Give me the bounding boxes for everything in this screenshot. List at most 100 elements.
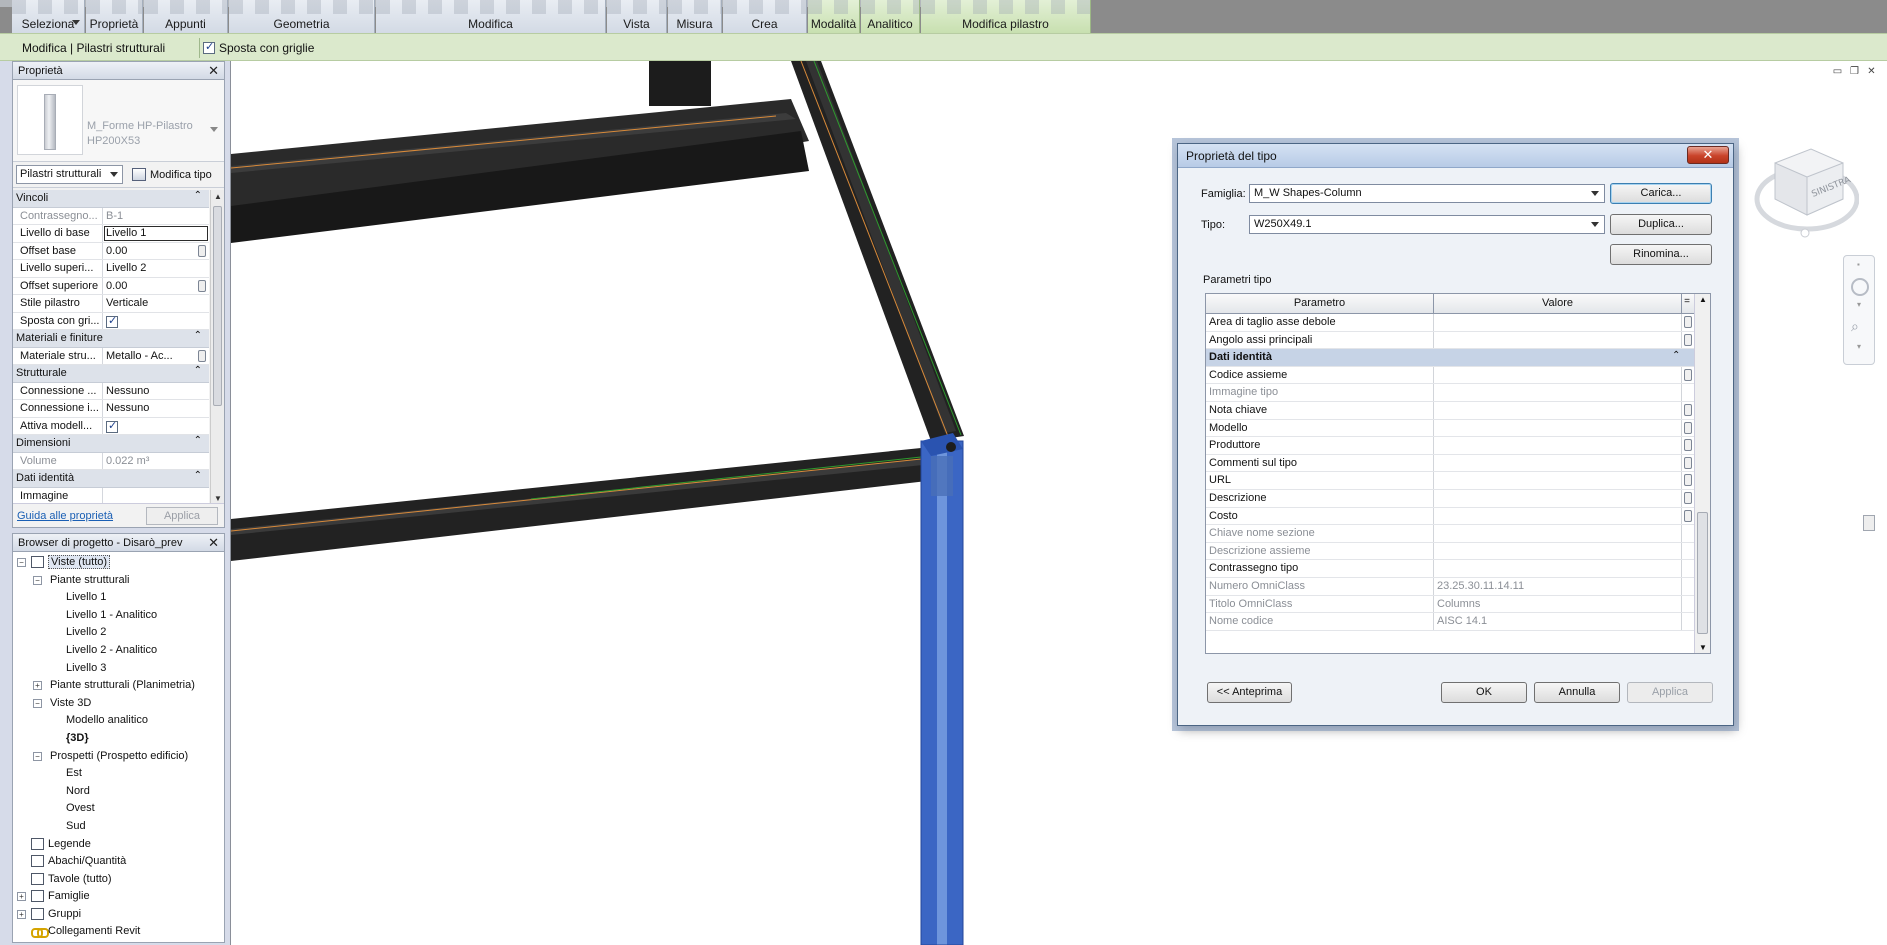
associate-parameter-button[interactable] [1684, 491, 1692, 504]
browser-node[interactable]: Livello 2 [13, 624, 224, 642]
value-button[interactable] [198, 349, 206, 362]
property-category[interactable]: Materiali e finiture ⌃ [13, 330, 209, 348]
chevron-down-icon[interactable] [210, 127, 218, 132]
browser-node[interactable]: Ovest [13, 800, 224, 818]
apply-button[interactable]: Applica [1627, 682, 1713, 703]
ribbon-panel-appunti[interactable]: Appunti [144, 0, 228, 33]
parameter-value[interactable] [1434, 331, 1682, 349]
move-with-grids-checkbox[interactable] [203, 40, 215, 54]
restore-icon[interactable]: ❐ [1849, 67, 1860, 77]
property-value[interactable]: Livello 2 [103, 260, 209, 277]
property-value[interactable]: Livello 1 [103, 225, 209, 242]
ribbon-panel-geometria[interactable]: Geometria [229, 0, 375, 33]
browser-node[interactable]: {3D} [13, 730, 224, 748]
ribbon-panel-modalita[interactable]: Modalità [808, 0, 860, 33]
scrollbar-thumb[interactable] [1697, 512, 1708, 634]
browser-node[interactable]: Livello 3 [13, 660, 224, 678]
collapse-icon[interactable]: ⌃ [194, 470, 202, 481]
parameter-group-row[interactable]: Dati identità ⌃ [1206, 349, 1694, 367]
close-icon[interactable]: ✕ [208, 63, 219, 79]
zoom-icon[interactable]: ⌕ [1851, 318, 1869, 336]
chevron-down-icon[interactable] [72, 20, 80, 25]
collapse-icon[interactable]: ⌃ [194, 190, 202, 201]
property-category[interactable]: Strutturale ⌃ [13, 365, 209, 383]
close-icon[interactable]: ✕ [1866, 67, 1877, 77]
parameter-value[interactable] [1434, 314, 1682, 331]
ribbon-panel-crea[interactable]: Crea [723, 0, 807, 33]
browser-node[interactable]: Tavole (tutto) [13, 871, 224, 889]
browser-node[interactable]: Livello 2 - Analitico [13, 642, 224, 660]
associate-parameter-button[interactable] [1684, 368, 1692, 381]
browser-node[interactable]: − Viste (tutto) [13, 554, 224, 572]
collapse-icon[interactable]: ⌃ [1672, 349, 1684, 366]
properties-apply-button[interactable]: Applica [146, 507, 218, 525]
browser-node[interactable]: Livello 1 - Analitico [13, 607, 224, 625]
parameter-value[interactable] [1434, 507, 1682, 525]
associate-parameter-button[interactable] [1684, 333, 1692, 346]
browser-node[interactable]: − Piante strutturali [13, 572, 224, 590]
property-category[interactable]: Dati identità ⌃ [13, 470, 209, 488]
ribbon-tool-icons[interactable] [376, 0, 605, 14]
rename-button[interactable]: Rinomina... [1610, 244, 1712, 265]
collapse-icon[interactable]: − [33, 575, 42, 585]
browser-node[interactable]: Collegamenti Revit [13, 923, 224, 941]
browser-node[interactable]: + Gruppi [13, 906, 224, 924]
parameter-value[interactable] [1434, 560, 1682, 577]
browser-node[interactable]: − Prospetti (Prospetto edificio) [13, 748, 224, 766]
chevron-down-icon[interactable]: ▾ [1857, 300, 1861, 309]
parameter-value[interactable] [1434, 401, 1682, 419]
ribbon-tool-icons[interactable] [808, 0, 859, 14]
type-dropdown[interactable]: W250X49.1 [1249, 215, 1605, 234]
dialog-close-button[interactable]: ✕ [1687, 146, 1729, 164]
property-checkbox[interactable] [106, 419, 118, 433]
ok-button[interactable]: OK [1441, 682, 1527, 703]
browser-node[interactable]: + Piante strutturali (Planimetria) [13, 677, 224, 695]
property-value[interactable] [103, 418, 209, 435]
collapse-icon[interactable]: − [33, 751, 42, 761]
ribbon-tool-icons[interactable] [607, 0, 666, 14]
ribbon-panel-analitico[interactable]: Analitico [861, 0, 920, 33]
ribbon-panel-proprieta[interactable]: Proprietà [86, 0, 143, 33]
property-value[interactable]: Nessuno [103, 400, 209, 417]
collapse-icon[interactable]: − [33, 698, 42, 708]
minimize-icon[interactable]: ▭ [1832, 67, 1843, 77]
browser-node[interactable]: Sud [13, 818, 224, 836]
scroll-up-icon[interactable]: ▲ [214, 192, 222, 201]
browser-node[interactable]: Modello analitico [13, 712, 224, 730]
property-value[interactable] [103, 488, 209, 505]
ribbon-tool-icons[interactable] [861, 0, 919, 14]
ribbon-tool-icons[interactable] [723, 0, 806, 14]
ribbon-panel-modifica[interactable]: Modifica [376, 0, 606, 33]
associate-parameter-button[interactable] [1684, 509, 1692, 522]
property-category[interactable]: Dimensioni ⌃ [13, 435, 209, 453]
close-icon[interactable]: ✕ [208, 535, 219, 551]
scroll-down-icon[interactable]: ▼ [214, 494, 222, 503]
category-filter-dropdown[interactable]: Pilastri strutturali [16, 165, 123, 184]
property-value[interactable]: Verticale [103, 295, 209, 312]
parameter-value[interactable] [1434, 489, 1682, 507]
scrollbar-thumb[interactable] [213, 206, 222, 406]
collapse-icon[interactable]: ⌃ [194, 435, 202, 446]
expand-icon[interactable]: + [17, 909, 26, 919]
associate-parameter-button[interactable] [1684, 403, 1692, 416]
property-category[interactable]: Vincoli ⌃ [13, 190, 209, 208]
duplicate-button[interactable]: Duplica... [1610, 214, 1712, 235]
parameter-value[interactable] [1434, 454, 1682, 472]
associate-parameter-button[interactable] [1684, 439, 1692, 452]
expand-icon[interactable]: + [33, 681, 42, 691]
family-dropdown[interactable]: M_W Shapes-Column [1249, 184, 1605, 203]
scroll-down-icon[interactable]: ▼ [1699, 643, 1707, 652]
load-button[interactable]: Carica... [1610, 183, 1712, 204]
property-value[interactable]: Metallo - Ac... [103, 348, 209, 365]
associate-parameter-button[interactable] [1684, 474, 1692, 487]
steering-wheel-icon[interactable] [1851, 278, 1869, 296]
property-value[interactable]: Nessuno [103, 383, 209, 400]
column-header-formula[interactable]: = [1682, 294, 1692, 313]
properties-scrollbar[interactable]: ▲ ▼ [210, 190, 224, 505]
ribbon-panel-seleziona[interactable]: Seleziona [12, 0, 85, 33]
chevron-up-icon[interactable]: ▪ [1857, 260, 1860, 269]
scroll-up-icon[interactable]: ▲ [1699, 295, 1707, 304]
ribbon-tool-icons[interactable] [668, 0, 721, 14]
properties-help-link[interactable]: Guida alle proprietà [17, 510, 113, 522]
viewport-scroll-handle[interactable] [1863, 515, 1875, 531]
